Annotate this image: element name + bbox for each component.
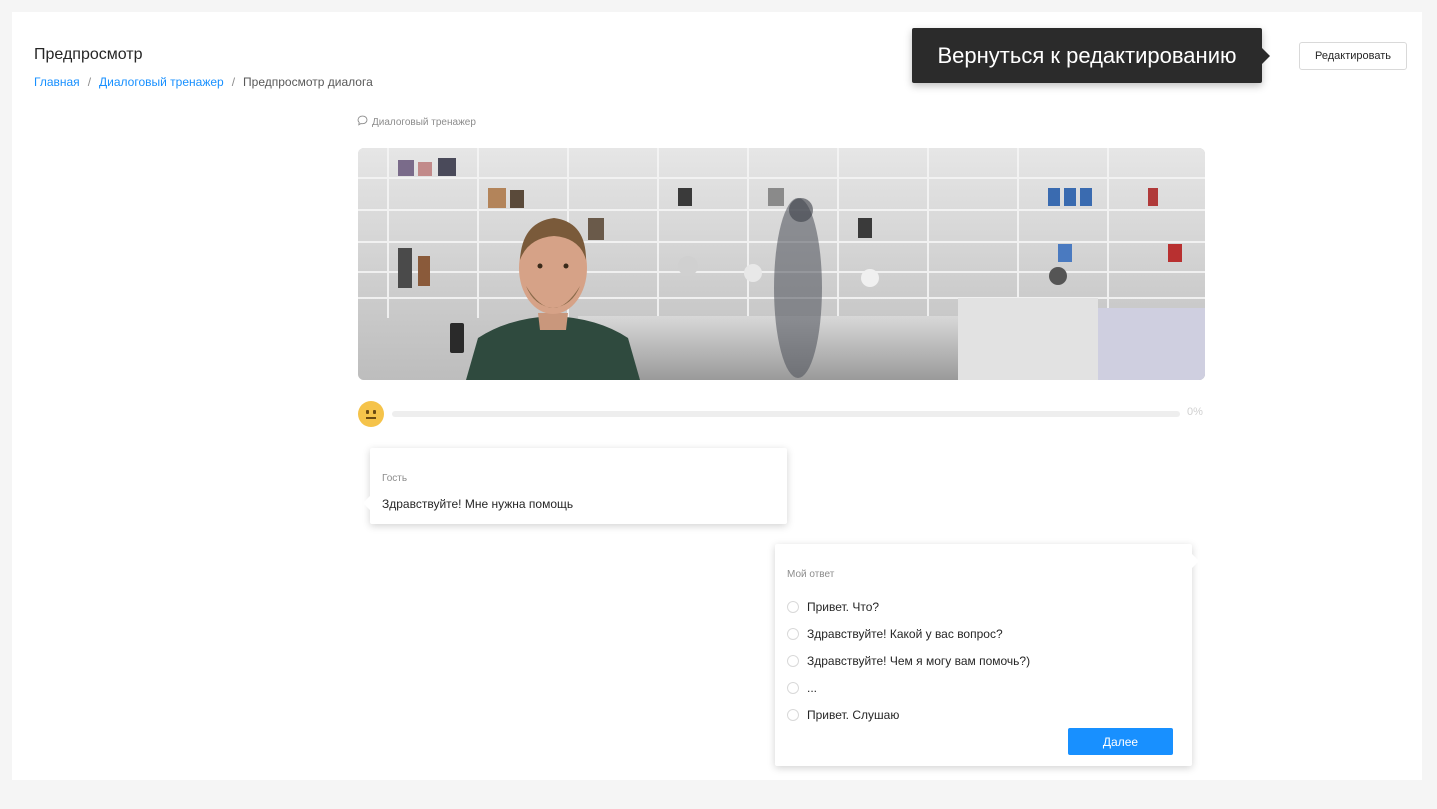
radio-button[interactable] xyxy=(787,654,799,667)
answer-option-text: Здравствуйте! Чем я могу вам помочь?) xyxy=(807,653,1031,668)
answer-option-text: Привет. Слушаю xyxy=(807,707,900,722)
breadcrumb-home[interactable]: Главная xyxy=(34,75,80,89)
answer-label: Мой ответ xyxy=(787,569,835,580)
page-title: Предпросмотр xyxy=(34,46,143,63)
progress-bar xyxy=(392,411,1180,417)
trainer-label: Диалоговый тренажер xyxy=(357,115,476,129)
answer-option[interactable]: Привет. Слушаю xyxy=(787,701,1030,728)
breadcrumb-separator: / xyxy=(231,75,236,89)
guest-message-bubble: Гость Здравствуйте! Мне нужна помощь xyxy=(363,448,787,524)
answer-option[interactable]: Здравствуйте! Чем я могу вам помочь?) xyxy=(787,647,1030,674)
radio-button[interactable] xyxy=(787,681,799,694)
bubble-tail xyxy=(1192,554,1199,568)
answer-options: Привет. Что? Здравствуйте! Какой у вас в… xyxy=(787,593,1030,728)
progress-row: 0% xyxy=(358,401,1205,427)
tooltip-arrow xyxy=(1262,48,1270,64)
answer-option[interactable]: Привет. Что? xyxy=(787,593,1030,620)
radio-button[interactable] xyxy=(787,708,799,721)
bubble-tail xyxy=(363,496,370,510)
radio-button[interactable] xyxy=(787,600,799,613)
answer-card: Мой ответ Привет. Что? Здравствуйте! Как… xyxy=(775,544,1199,766)
answer-option-text: Здравствуйте! Какой у вас вопрос? xyxy=(807,626,1003,641)
next-button[interactable]: Далее xyxy=(1068,728,1173,755)
answer-option-text: Привет. Что? xyxy=(807,599,880,614)
radio-button[interactable] xyxy=(787,627,799,640)
neutral-face-icon xyxy=(358,401,384,427)
progress-percent: 0% xyxy=(1187,406,1203,418)
edit-button[interactable]: Редактировать xyxy=(1299,42,1407,70)
guest-message-text: Здравствуйте! Мне нужна помощь xyxy=(382,497,574,511)
trainer-label-text: Диалоговый тренажер xyxy=(372,116,476,128)
tooltip-text: Вернуться к редактированию xyxy=(937,42,1237,68)
breadcrumb-dialog-trainer[interactable]: Диалоговый тренажер xyxy=(99,75,224,89)
page-container: Предпросмотр Главная / Диалоговый тренаж… xyxy=(12,12,1422,780)
answer-option-text: ... xyxy=(807,680,818,695)
answer-option[interactable]: Здравствуйте! Какой у вас вопрос? xyxy=(787,620,1030,647)
edit-tooltip: Вернуться к редактированию xyxy=(912,28,1270,83)
breadcrumb-separator: / xyxy=(87,75,92,89)
breadcrumb: Главная / Диалоговый тренажер / Предпрос… xyxy=(34,75,373,89)
breadcrumb-current: Предпросмотр диалога xyxy=(243,75,373,89)
answer-option[interactable]: ... xyxy=(787,674,1030,701)
guest-label: Гость xyxy=(382,473,408,484)
chat-bubble-icon xyxy=(357,115,368,129)
scene-image xyxy=(358,148,1205,380)
